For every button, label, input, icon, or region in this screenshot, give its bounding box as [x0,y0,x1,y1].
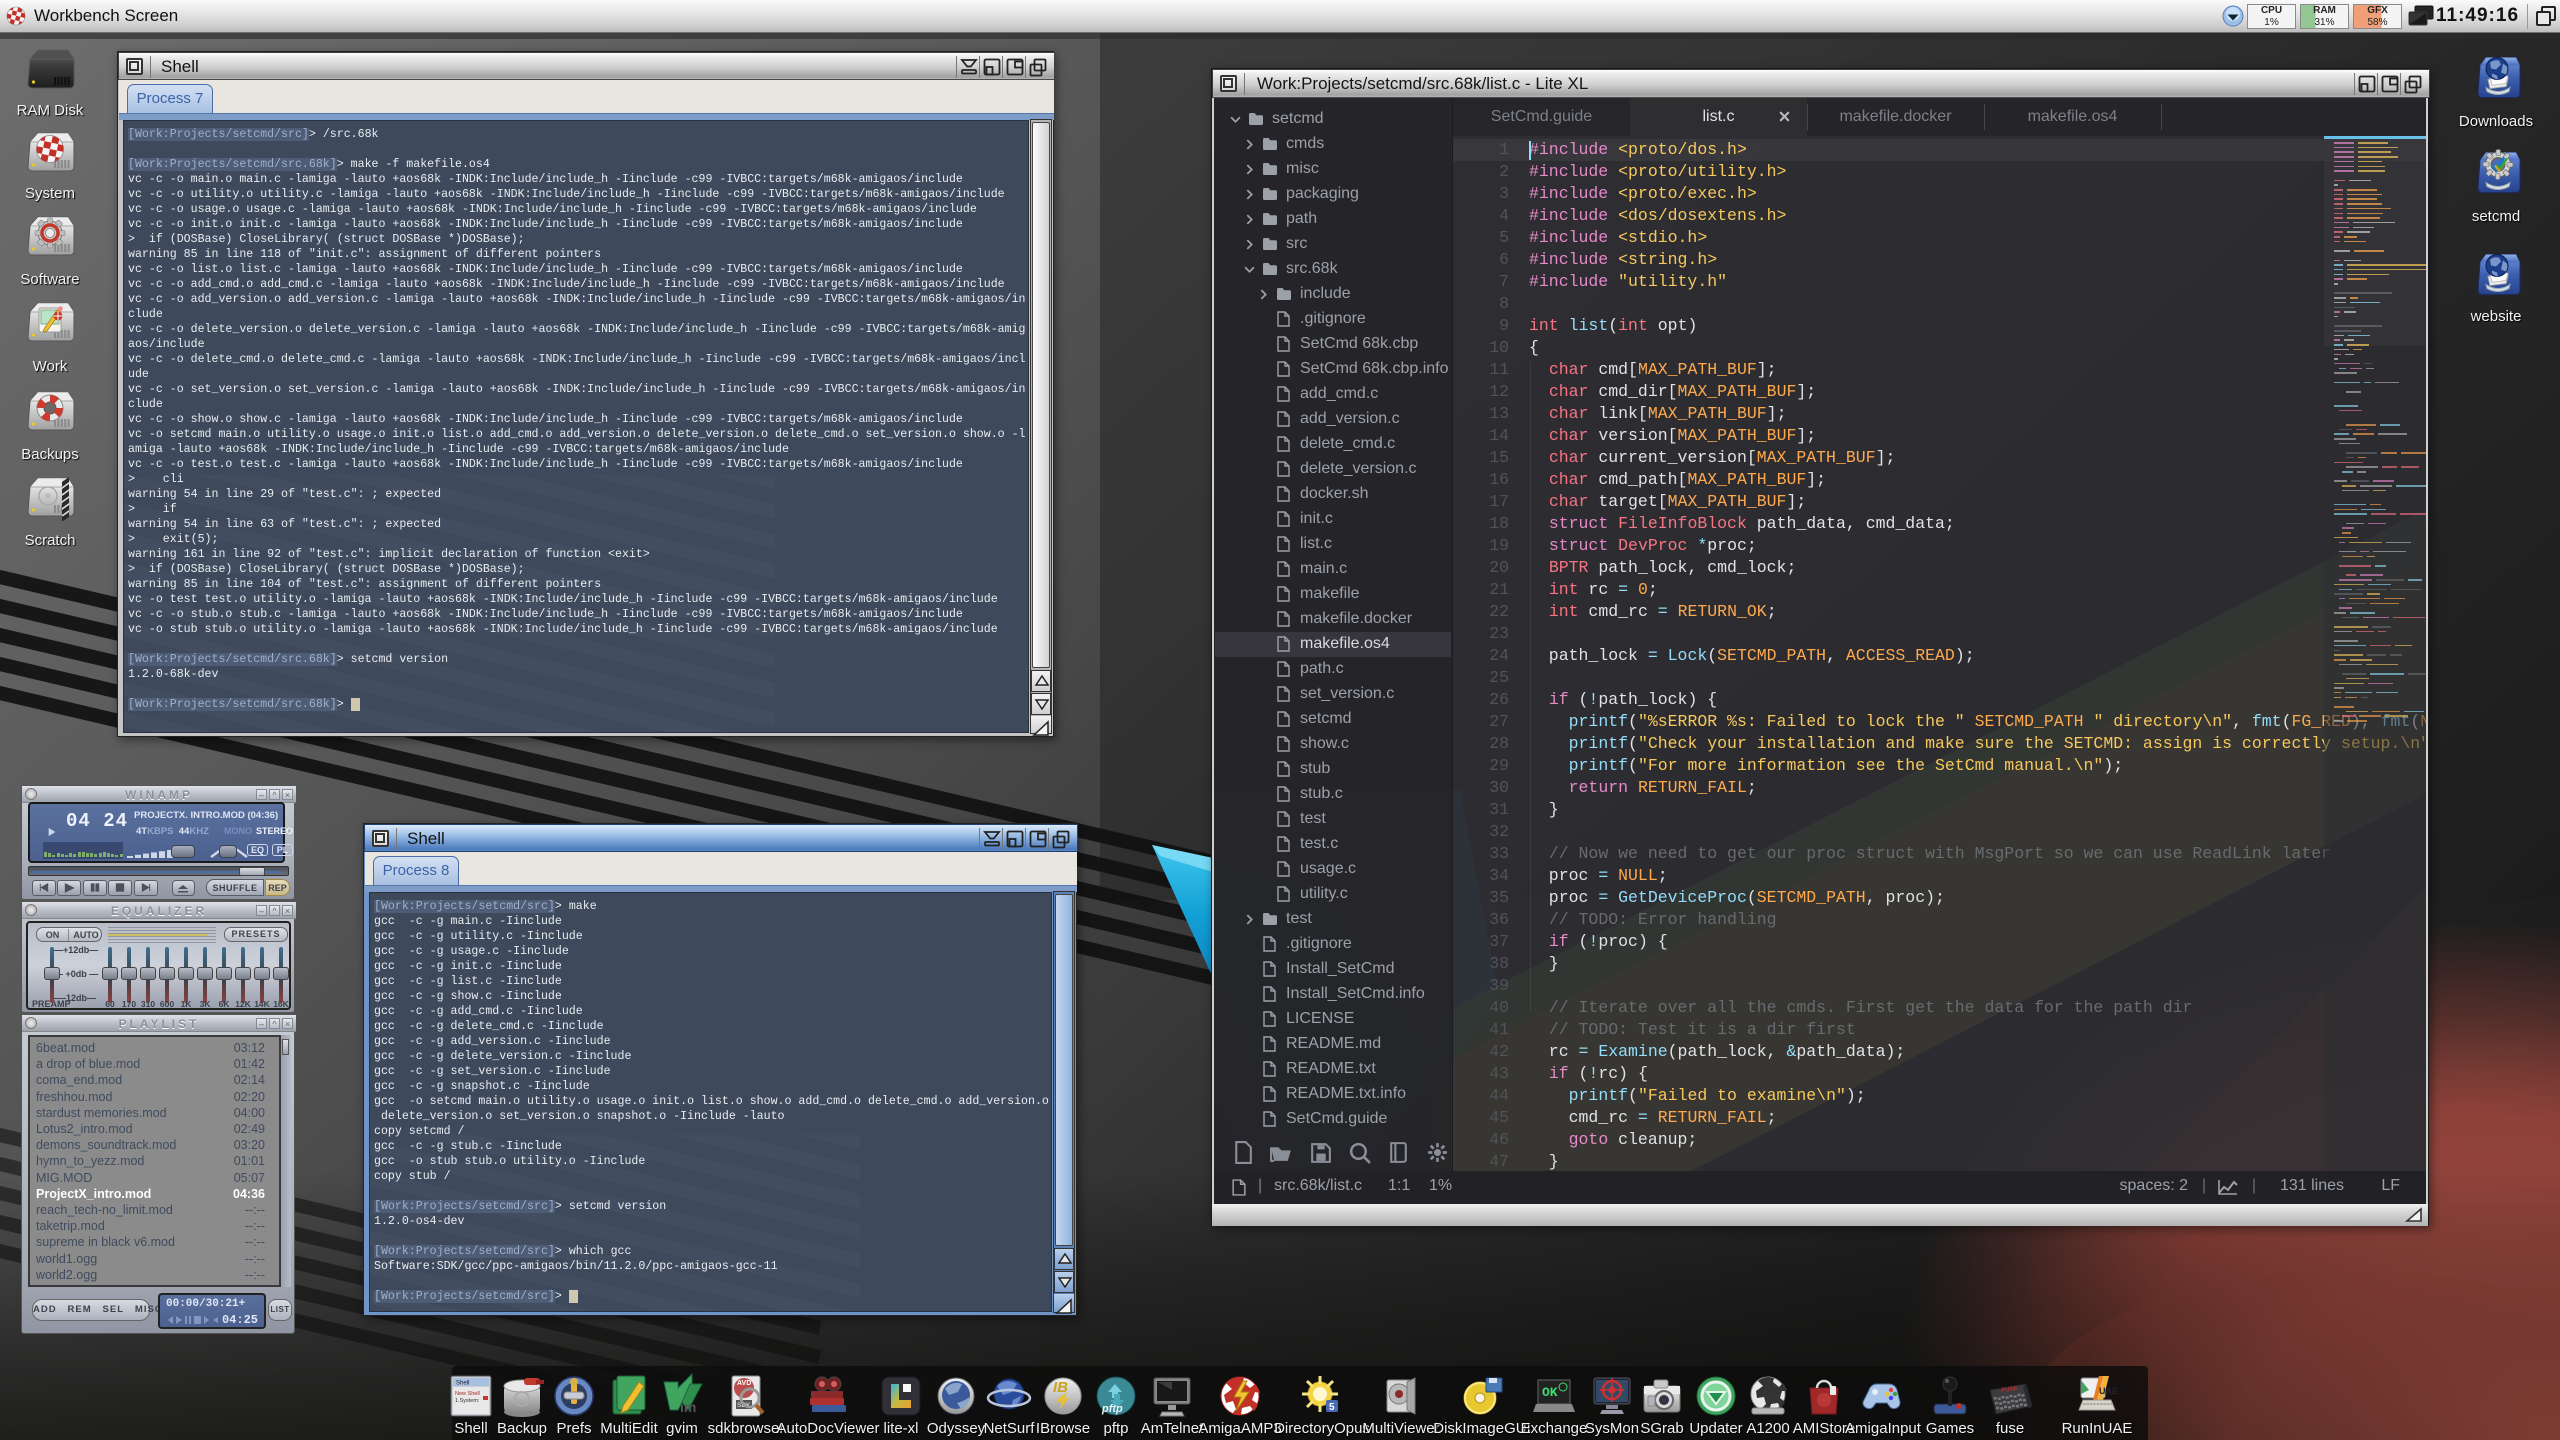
svg-text:UAE: UAE [2099,1386,2118,1396]
svg-text:OK: OK [1542,1385,1558,1400]
svg-text:5: 5 [1329,1402,1335,1413]
svg-text:Shell: Shell [456,1381,469,1387]
svg-text:AVD: AVD [737,1380,751,1387]
svg-text:1.System:: 1.System: [455,1398,480,1404]
svg-text:pftp: pftp [1101,1403,1123,1415]
svg-text:New Shell: New Shell [455,1391,480,1397]
svg-text:im: im [680,1399,696,1415]
